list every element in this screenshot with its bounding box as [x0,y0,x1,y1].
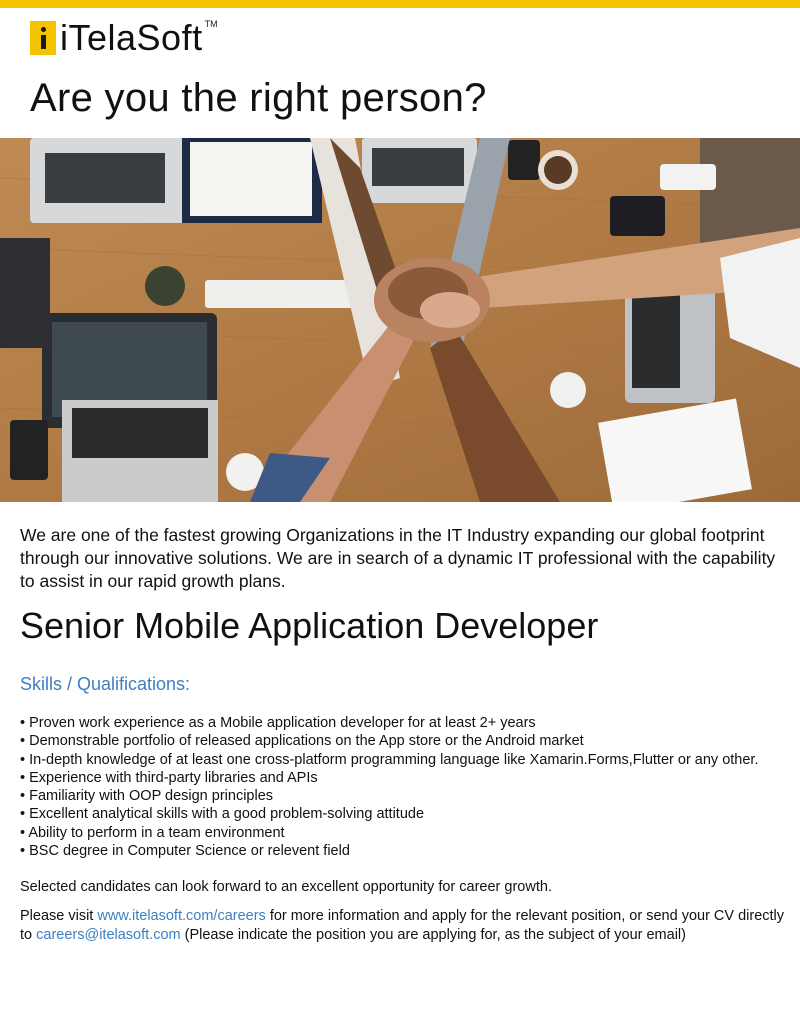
contact-paragraph: Please visit www.itelasoft.com/careers f… [20,907,790,945]
list-item: Ability to perform in a team environment [20,824,795,842]
careers-link[interactable]: www.itelasoft.com/careers [97,908,265,924]
company-logo: iTelaSoft TM [30,17,218,58]
list-item: Demonstrable portfolio of released appli… [20,732,795,750]
logo-icon [30,21,56,55]
list-item: Proven work experience as a Mobile appli… [20,714,795,732]
careers-email-link[interactable]: careers@itelasoft.com [36,927,180,943]
contact-suffix: (Please indicate the position you are ap… [180,927,686,943]
contact-prefix: Please visit [20,908,98,924]
list-item: BSC degree in Computer Science or releve… [20,842,795,860]
list-item: Experience with third-party libraries an… [20,769,795,787]
skills-list: Proven work experience as a Mobile appli… [20,714,795,860]
page-headline: Are you the right person? [30,76,487,120]
skills-heading: Skills / Qualifications: [20,674,191,694]
list-item: Excellent analytical skills with a good … [20,805,795,823]
hero-image [0,138,800,502]
trademark-mark: TM [204,19,218,29]
top-accent-bar [0,0,800,8]
logo-wordmark: iTelaSoft [60,17,203,58]
intro-paragraph: We are one of the fastest growing Organi… [20,525,776,591]
closing-statement: Selected candidates can look forward to … [20,879,552,895]
list-item: Familiarity with OOP design principles [20,787,795,805]
team-hands-photo-icon [0,138,800,502]
job-title: Senior Mobile Application Developer [20,605,599,646]
list-item: In-depth knowledge of at least one cross… [20,751,795,769]
